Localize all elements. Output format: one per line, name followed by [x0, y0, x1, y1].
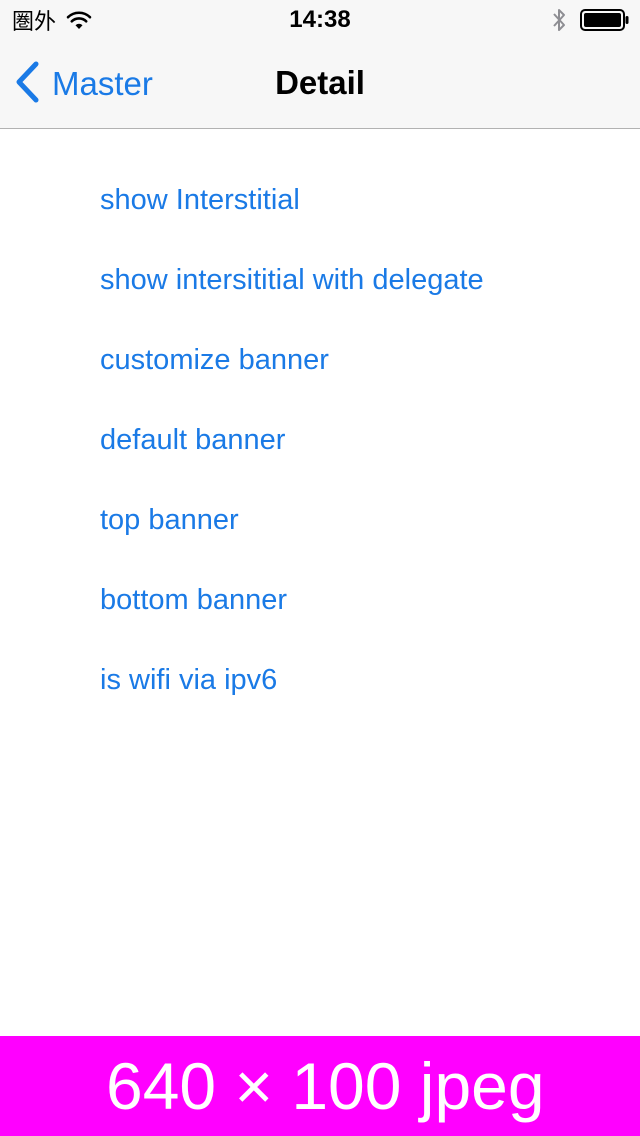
default-banner-button[interactable]: default banner — [100, 400, 620, 480]
top-banner-button[interactable]: top banner — [100, 480, 620, 560]
status-right — [552, 6, 630, 34]
is-wifi-via-ipv6-button[interactable]: is wifi via ipv6 — [100, 640, 620, 720]
battery-icon — [580, 9, 630, 31]
bluetooth-icon — [552, 7, 566, 33]
page-title: Detail — [275, 64, 365, 101]
customize-banner-button[interactable]: customize banner — [100, 320, 620, 400]
status-time: 14:38 — [289, 6, 351, 33]
bottom-banner-button[interactable]: bottom banner — [100, 560, 620, 640]
ad-banner-label: 640 × 100 jpeg — [106, 1049, 545, 1123]
status-bar: 圏外 14:38 — [0, 0, 640, 40]
show-interstitial-with-delegate-button[interactable]: show intersititial with delegate — [100, 240, 620, 320]
show-interstitial-button[interactable]: show Interstitial — [100, 160, 620, 240]
ad-banner[interactable]: 640 × 100 jpeg — [0, 1036, 640, 1136]
action-list: show Interstitial show intersititial wit… — [100, 160, 620, 720]
navigation-bar: Master Detail — [0, 40, 640, 129]
